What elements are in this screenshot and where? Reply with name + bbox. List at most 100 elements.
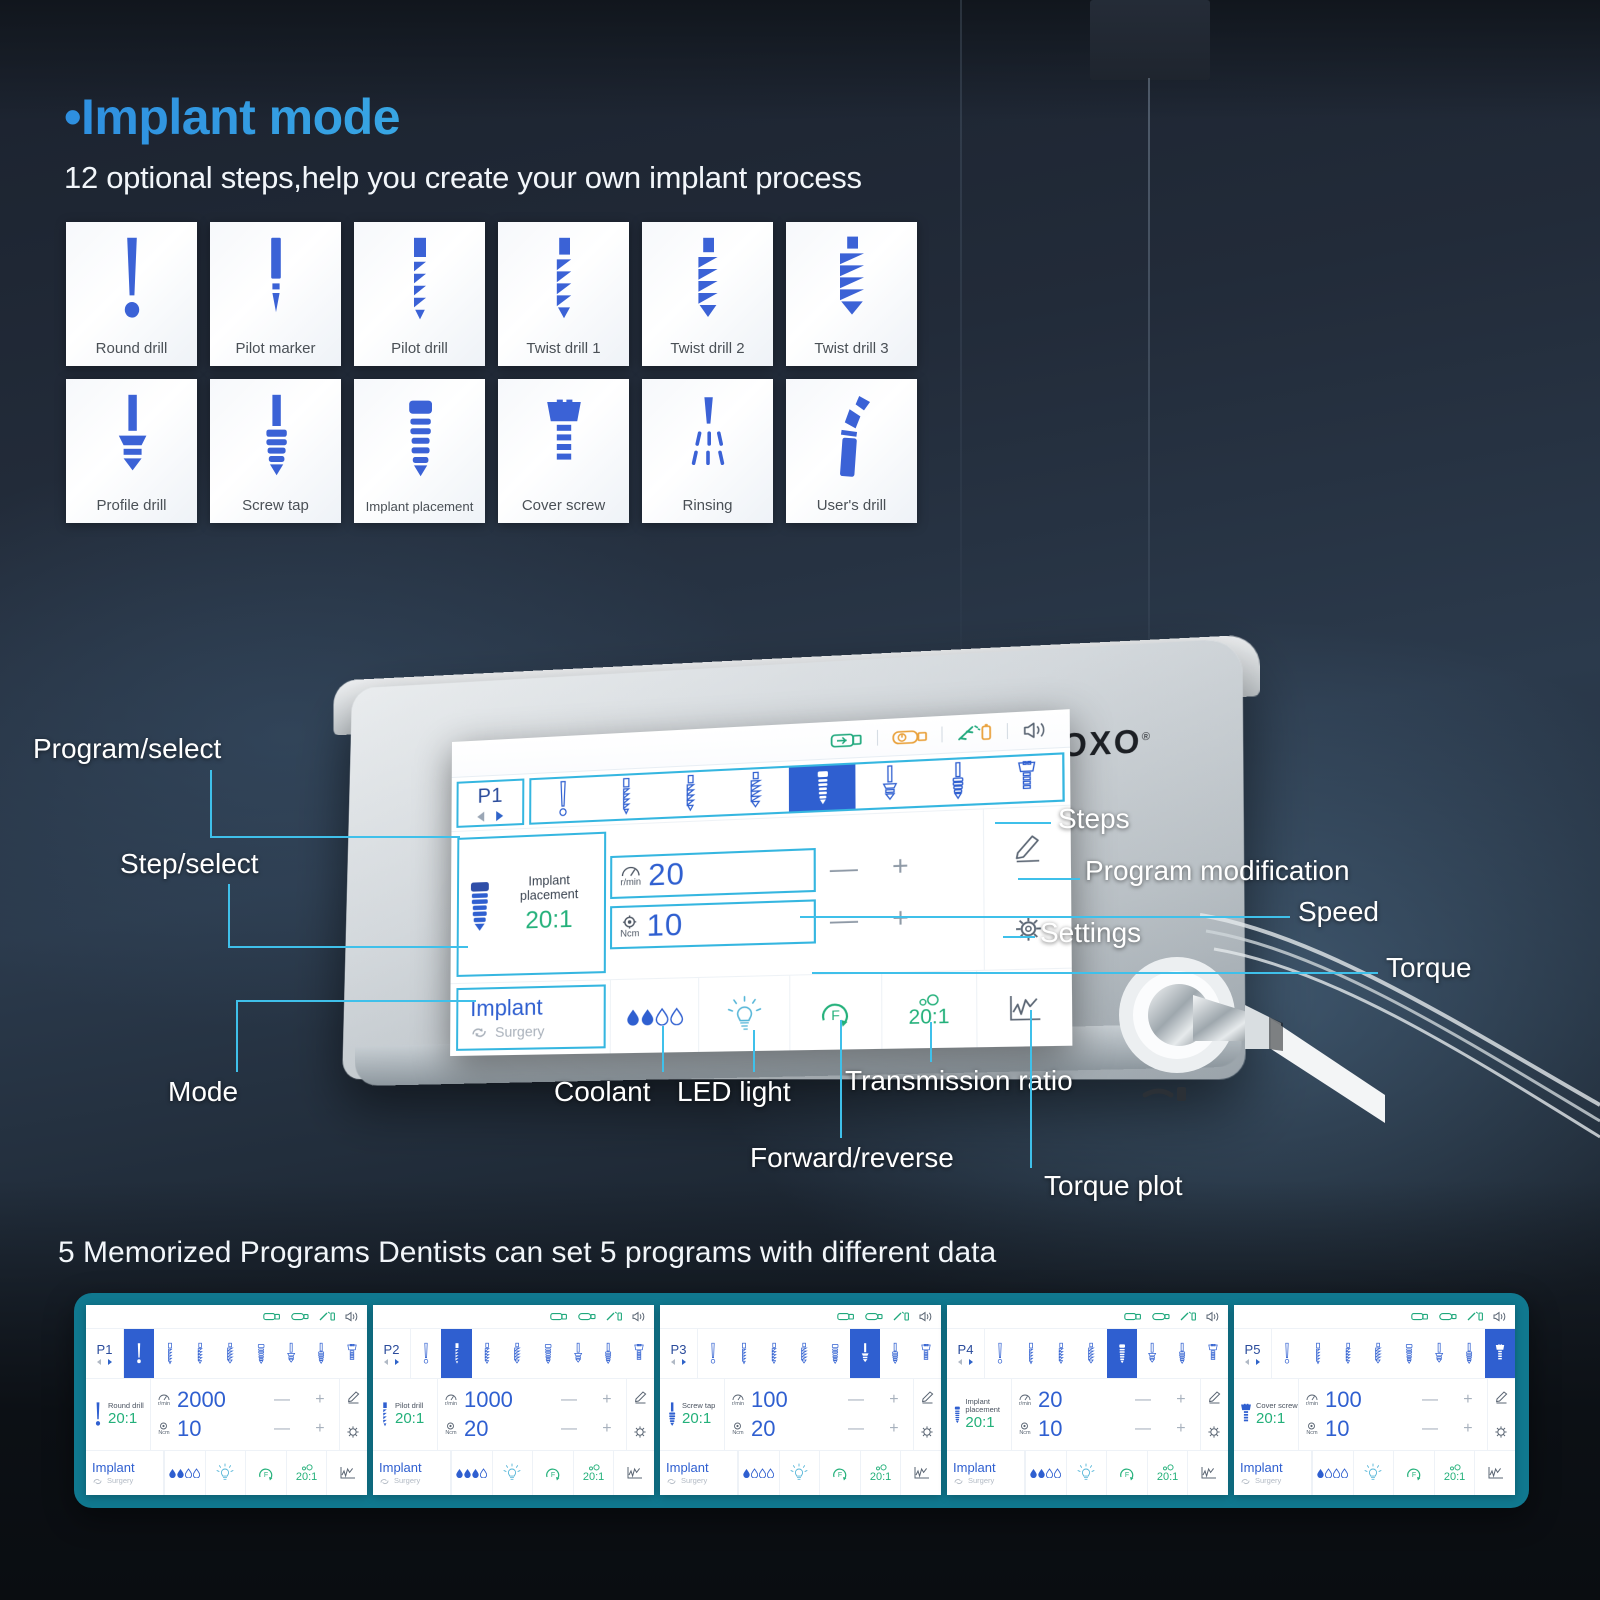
prev-arrow-icon[interactable] [671,1358,675,1365]
memorized-program-thumb[interactable]: P3 Screw tap 20:1 r/min 100 — + Ncm 20 —… [660,1305,941,1495]
thumb-step-implant-placement[interactable] [820,1329,850,1378]
thumb-program-arrows[interactable] [1245,1358,1260,1365]
thumb-step-screw-tap[interactable] [593,1329,623,1378]
thumb-speed-increase[interactable]: + [301,1391,339,1409]
thumb-current-step[interactable]: Implant placement 20:1 [947,1379,1012,1450]
thumb-program-modification-button[interactable] [914,1379,941,1415]
thumb-speed-increase[interactable]: + [1449,1391,1487,1409]
thumb-torque-decrease[interactable]: — [837,1420,875,1438]
thumb-torque-plot-button[interactable] [613,1451,654,1495]
thumb-settings-button[interactable] [914,1415,941,1451]
thumb-program-arrows[interactable] [958,1358,973,1365]
thumb-settings-button[interactable] [627,1415,654,1451]
step-twist-drill-1[interactable] [658,771,723,817]
thumb-transmission-ratio-button[interactable]: 20:1 [572,1451,614,1495]
thumb-step-cover-screw[interactable] [911,1329,941,1378]
current-step-display[interactable]: Implant placement 20:1 [456,831,607,977]
thumb-step-screw-tap[interactable] [306,1329,336,1378]
thumb-mode-button[interactable]: Implant Surgery [947,1451,1025,1495]
memorized-program-thumb[interactable]: P2 Pilot drill 20:1 r/min 1000 — + Ncm 2… [373,1305,654,1495]
step-cover-screw[interactable] [992,755,1062,803]
thumb-transmission-ratio-button[interactable]: 20:1 [1146,1451,1188,1495]
thumb-step-twist-drill-2[interactable] [215,1329,245,1378]
thumb-torque-increase[interactable]: + [875,1420,913,1438]
thumb-step-pilot-drill[interactable] [1302,1329,1332,1378]
program-select-button[interactable]: P1 [456,778,525,828]
thumb-speed-decrease[interactable]: — [1411,1391,1449,1409]
next-arrow-icon[interactable] [1256,1358,1260,1365]
memorized-program-thumb[interactable]: P5 Cover screw 20:1 r/min 100 — + Ncm 10… [1234,1305,1515,1495]
thumb-step-implant-placement[interactable] [533,1329,563,1378]
led-light-button[interactable] [698,975,790,1052]
thumb-step-screw-tap[interactable] [1167,1329,1197,1378]
prev-arrow-icon[interactable] [477,811,485,822]
prev-arrow-icon[interactable] [384,1358,388,1365]
thumb-program-modification-button[interactable] [1201,1379,1228,1415]
thumb-step-implant-placement[interactable] [246,1329,276,1378]
step-screw-tap[interactable] [923,758,992,806]
thumb-led-light-button[interactable] [491,1451,533,1495]
thumb-step-cover-screw[interactable] [624,1329,654,1378]
thumb-speed-decrease[interactable]: — [1124,1391,1162,1409]
thumb-coolant-button[interactable] [738,1451,779,1495]
thumb-step-implant-placement[interactable] [1394,1329,1424,1378]
thumb-transmission-ratio-button[interactable]: 20:1 [859,1451,901,1495]
thumb-program-modification-button[interactable] [1488,1379,1515,1415]
thumb-torque-decrease[interactable]: — [550,1420,588,1438]
thumb-speed-decrease[interactable]: — [837,1391,875,1409]
thumb-step-twist-drill-2[interactable] [1076,1329,1106,1378]
thumb-step-pilot-drill[interactable] [1015,1329,1045,1378]
thumb-step-cover-screw[interactable] [1198,1329,1228,1378]
thumb-current-step[interactable]: Round drill 20:1 [86,1379,151,1450]
thumb-mode-button[interactable]: Implant Surgery [373,1451,451,1495]
next-arrow-icon[interactable] [969,1358,973,1365]
torque-field[interactable]: Ncm 10 [609,898,816,949]
thumb-torque-plot-button[interactable] [900,1451,941,1495]
thumb-forward-reverse-button[interactable]: F [1393,1451,1434,1495]
step-profile-drill[interactable] [856,761,924,808]
thumb-mode-button[interactable]: Implant Surgery [660,1451,738,1495]
next-arrow-icon[interactable] [395,1358,399,1365]
step-pilot-drill[interactable] [594,774,658,820]
next-arrow-icon[interactable] [108,1358,112,1365]
torque-increase-button[interactable]: + [872,901,929,936]
torque-plot-button[interactable] [975,968,1073,1048]
thumb-program-select[interactable]: P2 [373,1329,411,1378]
thumb-program-arrows[interactable] [384,1358,399,1365]
thumb-step-cover-screw[interactable] [1484,1329,1515,1378]
thumb-program-select[interactable]: P5 [1234,1329,1272,1378]
thumb-step-pilot-drill[interactable] [728,1329,758,1378]
step-round-drill[interactable] [531,777,594,823]
prev-arrow-icon[interactable] [97,1358,101,1365]
thumb-step-profile-drill[interactable] [1424,1329,1454,1378]
thumb-program-arrows[interactable] [97,1358,112,1365]
thumb-step-twist-drill-2[interactable] [1363,1329,1393,1378]
speed-field[interactable]: r/min 20 [610,847,816,899]
program-arrows[interactable] [477,810,504,822]
thumb-transmission-ratio-button[interactable]: 20:1 [285,1451,327,1495]
thumb-led-light-button[interactable] [778,1451,820,1495]
thumb-step-round-drill[interactable] [698,1329,728,1378]
thumb-program-select[interactable]: P3 [660,1329,698,1378]
thumb-led-light-button[interactable] [204,1451,246,1495]
thumb-step-twist-drill-2[interactable] [502,1329,532,1378]
thumb-step-round-drill[interactable] [1272,1329,1302,1378]
prev-arrow-icon[interactable] [1245,1358,1249,1365]
device-screen[interactable]: P1 Implant placement 20:1 r/min 20 — + N… [450,709,1073,1057]
thumb-torque-plot-button[interactable] [1187,1451,1228,1495]
prev-arrow-icon[interactable] [958,1358,962,1365]
transmission-ratio-button[interactable]: 20:1 [881,971,977,1049]
thumb-torque-increase[interactable]: + [588,1420,626,1438]
thumb-torque-plot-button[interactable] [326,1451,367,1495]
thumb-forward-reverse-button[interactable]: F [245,1451,286,1495]
thumb-torque-decrease[interactable]: — [263,1420,301,1438]
thumb-torque-increase[interactable]: + [301,1420,339,1438]
thumb-step-twist-drill-1[interactable] [759,1329,789,1378]
thumb-torque-decrease[interactable]: — [1411,1420,1449,1438]
forward-reverse-button[interactable]: F [789,973,882,1051]
thumb-current-step[interactable]: Pilot drill 20:1 [373,1379,438,1450]
thumb-led-light-button[interactable] [1065,1451,1107,1495]
thumb-mode-button[interactable]: Implant Surgery [1234,1451,1312,1495]
thumb-step-screw-tap[interactable] [1454,1329,1484,1378]
thumb-program-modification-button[interactable] [627,1379,654,1415]
